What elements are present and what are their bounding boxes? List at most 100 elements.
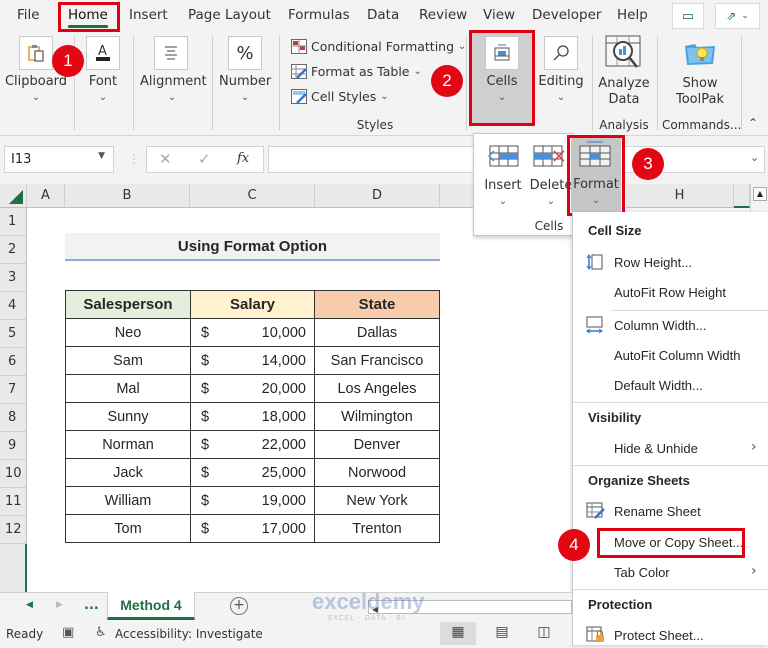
cell-salary[interactable]: $18,000 bbox=[190, 402, 315, 431]
cell-state[interactable]: Dallas bbox=[314, 318, 440, 347]
row-header-9[interactable]: 9 bbox=[0, 432, 27, 460]
sheet-title[interactable]: Using Format Option bbox=[65, 233, 440, 261]
add-sheet-button[interactable]: + bbox=[230, 597, 248, 615]
analyze-data-button[interactable] bbox=[605, 35, 643, 71]
page-break-preview-button[interactable]: ◫ bbox=[526, 622, 562, 645]
cancel-icon[interactable]: ✕ bbox=[159, 150, 172, 168]
font-button[interactable]: A bbox=[86, 36, 120, 70]
row-header-4[interactable]: 4 bbox=[0, 292, 27, 320]
column-header-d[interactable]: D bbox=[315, 184, 440, 208]
cell-state[interactable]: San Francisco bbox=[314, 346, 440, 375]
header-state[interactable]: State bbox=[314, 290, 440, 319]
tab-page-layout[interactable]: Page Layout bbox=[188, 7, 271, 23]
alignment-label[interactable]: Alignment bbox=[140, 74, 207, 89]
scroll-tabs-right-icon[interactable]: ▶ bbox=[56, 600, 63, 610]
cell-salesperson[interactable]: William bbox=[65, 486, 191, 515]
column-header-h[interactable]: H bbox=[626, 184, 734, 208]
tab-insert[interactable]: Insert bbox=[129, 7, 168, 23]
confirm-icon[interactable]: ✓ bbox=[198, 150, 211, 168]
show-toolpak-button[interactable] bbox=[683, 38, 717, 70]
tab-review[interactable]: Review bbox=[419, 7, 467, 23]
row-header-7[interactable]: 7 bbox=[0, 376, 27, 404]
cell-styles-button[interactable]: Cell Styles ⌄ bbox=[291, 89, 389, 104]
more-sheets-button[interactable]: ... bbox=[84, 598, 99, 613]
row-header-8[interactable]: 8 bbox=[0, 404, 27, 432]
normal-view-button[interactable]: ▦ bbox=[440, 622, 476, 645]
row-header-12[interactable]: 12 bbox=[0, 516, 27, 544]
conditional-formatting-button[interactable]: Conditional Formatting ⌄ bbox=[291, 39, 466, 54]
cell-salesperson[interactable]: Norman bbox=[65, 430, 191, 459]
delete-cells-button[interactable] bbox=[532, 144, 566, 174]
column-header-c[interactable]: C bbox=[190, 184, 315, 208]
insert-cells-button[interactable] bbox=[486, 144, 520, 174]
collapse-ribbon-icon[interactable]: ⌃ bbox=[748, 116, 758, 130]
tab-view[interactable]: View bbox=[483, 7, 515, 23]
format-as-table-button[interactable]: Format as Table ⌄ bbox=[291, 64, 422, 79]
scroll-up-icon[interactable]: ▲ bbox=[753, 187, 767, 201]
cell-salary[interactable]: $20,000 bbox=[190, 374, 315, 403]
row-header-3[interactable]: 3 bbox=[0, 264, 27, 292]
cell-salary[interactable]: $10,000 bbox=[190, 318, 315, 347]
select-all-button[interactable] bbox=[0, 184, 27, 208]
menu-item-hide-unhide[interactable]: Hide & Unhide bbox=[614, 441, 698, 456]
tab-formulas[interactable]: Formulas bbox=[288, 7, 350, 23]
cell-state[interactable]: Los Angeles bbox=[314, 374, 440, 403]
accessibility-status[interactable]: Accessibility: Investigate bbox=[115, 627, 263, 641]
row-header-6[interactable]: 6 bbox=[0, 348, 27, 376]
number-button[interactable]: % bbox=[228, 36, 262, 70]
page-layout-view-button[interactable]: ▤ bbox=[484, 622, 520, 645]
dropdown-arrow-icon[interactable]: ▼ bbox=[98, 151, 105, 161]
header-salesperson[interactable]: Salesperson bbox=[65, 290, 191, 319]
cell-salary[interactable]: $25,000 bbox=[190, 458, 315, 487]
row-header-1[interactable]: 1 bbox=[0, 208, 27, 236]
cell-salesperson[interactable]: Tom bbox=[65, 514, 191, 543]
number-label[interactable]: Number bbox=[219, 74, 271, 89]
share-button[interactable]: ⇗ ⌄ bbox=[715, 3, 760, 29]
column-header-e[interactable] bbox=[440, 184, 475, 208]
clipboard-label[interactable]: Clipboard bbox=[4, 74, 68, 89]
tab-data[interactable]: Data bbox=[367, 7, 399, 23]
tab-developer[interactable]: Developer bbox=[532, 7, 601, 23]
cell-state[interactable]: Trenton bbox=[314, 514, 440, 543]
scroll-tabs-left-icon[interactable]: ◀ bbox=[26, 600, 33, 610]
row-header-2[interactable]: 2 bbox=[0, 236, 27, 264]
menu-item-row-height[interactable]: Row Height... bbox=[614, 255, 692, 270]
cell-state[interactable]: New York bbox=[314, 486, 440, 515]
menu-item-autofit-row-height[interactable]: AutoFit Row Height bbox=[614, 285, 726, 300]
cell-salary[interactable]: $17,000 bbox=[190, 514, 315, 543]
column-header-b[interactable]: B bbox=[65, 184, 190, 208]
expand-formula-bar-icon[interactable]: ⌄ bbox=[750, 151, 759, 164]
row-header-5[interactable]: 5 bbox=[0, 320, 27, 348]
cell-salesperson[interactable]: Sunny bbox=[65, 402, 191, 431]
insert-function-icon[interactable]: fx bbox=[237, 151, 249, 166]
sheet-tab-method-4[interactable]: Method 4 bbox=[107, 592, 195, 620]
clipboard-button[interactable] bbox=[19, 36, 53, 70]
column-header-a[interactable]: A bbox=[27, 184, 65, 208]
cell-salesperson[interactable]: Mal bbox=[65, 374, 191, 403]
header-salary[interactable]: Salary bbox=[190, 290, 315, 319]
cell-salary[interactable]: $14,000 bbox=[190, 346, 315, 375]
resize-handle-icon[interactable]: ⋮ bbox=[128, 152, 140, 166]
macro-recording-icon[interactable]: ▣ bbox=[62, 625, 74, 640]
name-box[interactable]: I13 ▼ bbox=[4, 146, 114, 173]
tab-file[interactable]: File bbox=[17, 7, 40, 23]
menu-item-rename-sheet[interactable]: Rename Sheet bbox=[614, 504, 701, 519]
cell-state[interactable]: Wilmington bbox=[314, 402, 440, 431]
column-header-i[interactable] bbox=[734, 184, 750, 208]
row-header-10[interactable]: 10 bbox=[0, 460, 27, 488]
comments-button[interactable]: ▭ bbox=[672, 3, 704, 29]
cell-salesperson[interactable]: Sam bbox=[65, 346, 191, 375]
alignment-button[interactable] bbox=[154, 36, 188, 70]
cell-salary[interactable]: $22,000 bbox=[190, 430, 315, 459]
editing-button[interactable] bbox=[544, 36, 578, 70]
editing-label[interactable]: Editing bbox=[535, 74, 587, 89]
menu-item-autofit-column-width[interactable]: AutoFit Column Width bbox=[614, 348, 740, 363]
menu-item-default-width[interactable]: Default Width... bbox=[614, 378, 703, 393]
cell-salary[interactable]: $19,000 bbox=[190, 486, 315, 515]
menu-item-tab-color[interactable]: Tab Color bbox=[614, 565, 670, 580]
tab-help[interactable]: Help bbox=[617, 7, 648, 23]
cell-state[interactable]: Denver bbox=[314, 430, 440, 459]
menu-item-column-width[interactable]: Column Width... bbox=[614, 318, 706, 333]
cell-salesperson[interactable]: Jack bbox=[65, 458, 191, 487]
cell-state[interactable]: Norwood bbox=[314, 458, 440, 487]
